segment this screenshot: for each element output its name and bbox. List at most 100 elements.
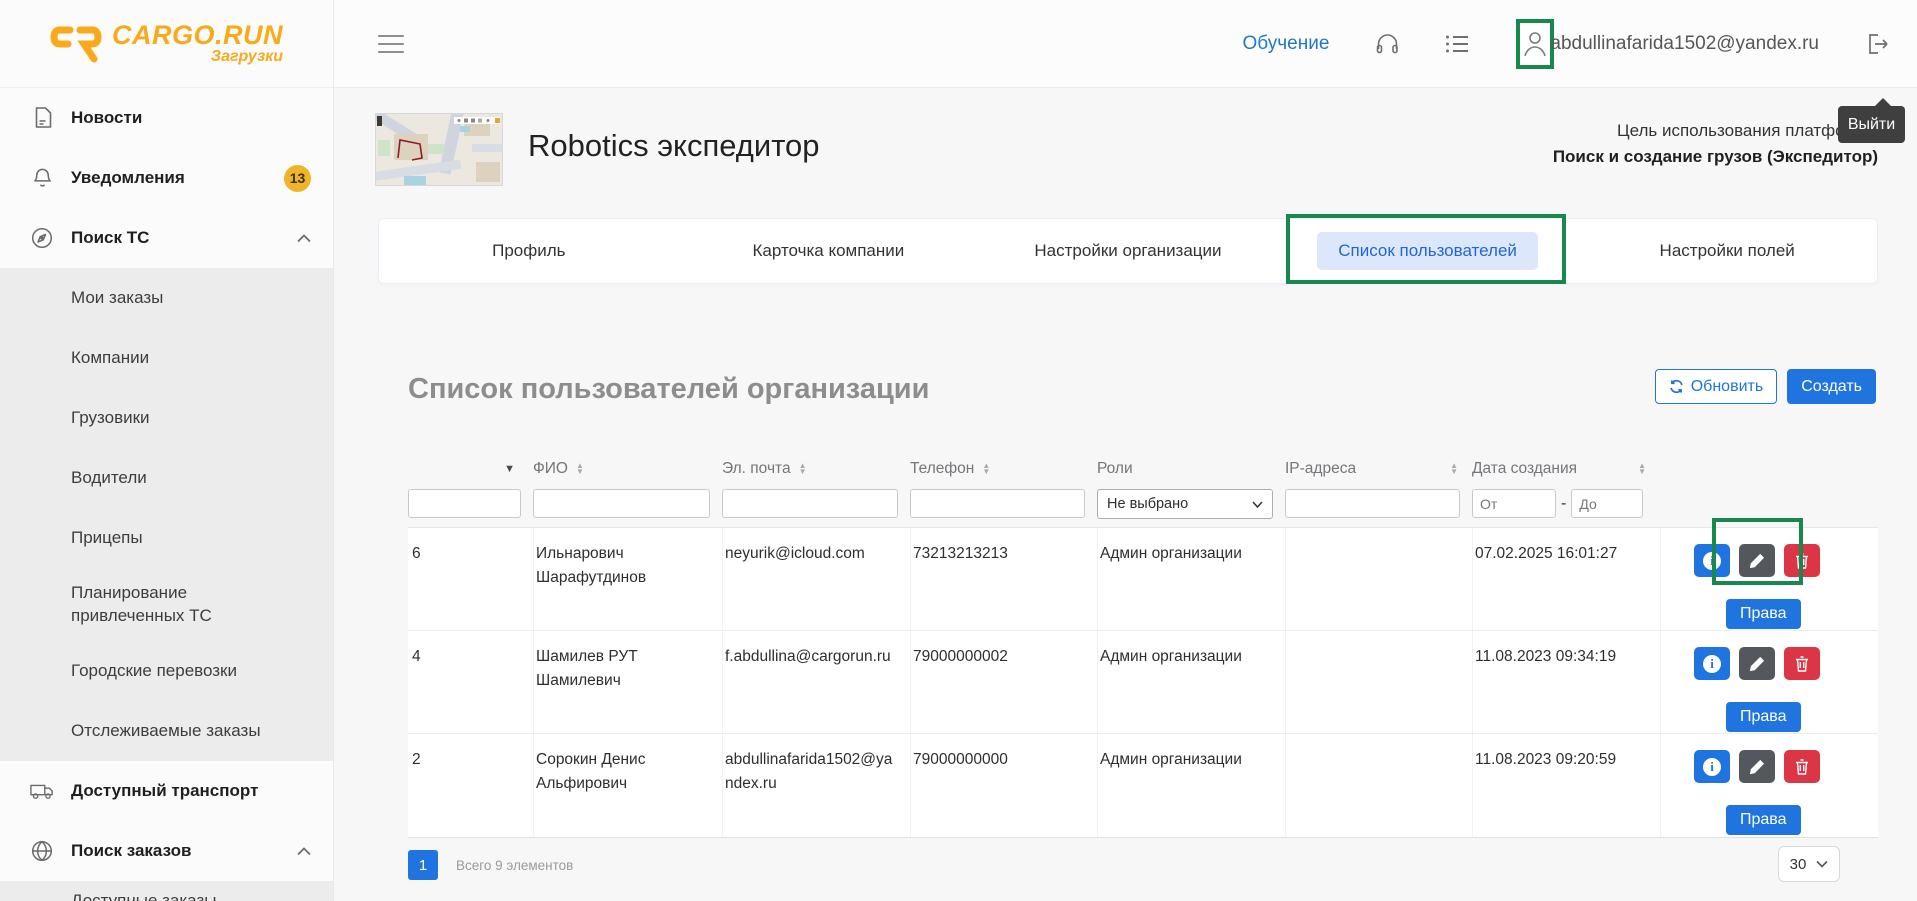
sidebar-item-label: Поиск заказов (71, 841, 191, 861)
sub-item-label: Планирование привлеченных ТС (71, 582, 263, 626)
chevron-up-icon[interactable] (297, 228, 311, 248)
sidebar-item-search-orders[interactable]: Поиск заказов (0, 821, 333, 881)
cargo-run-logo-icon (50, 24, 102, 64)
logout-icon[interactable] (1865, 32, 1889, 56)
sidebar-item-search-vehicles[interactable]: Поиск ТС (0, 208, 333, 268)
edit-button[interactable] (1739, 647, 1775, 680)
trash-icon (1795, 656, 1809, 672)
sub-item-label: Компании (71, 347, 149, 369)
filter-id-input[interactable] (408, 489, 521, 518)
brand-logo[interactable]: CARGO.RUN Загрузки (0, 0, 333, 88)
hamburger-menu-icon[interactable] (378, 35, 404, 53)
total-items-text: Всего 9 элементов (456, 858, 573, 873)
sidebar-item-drivers[interactable]: Водители (0, 448, 333, 508)
sidebar-item-my-orders[interactable]: Мои заказы (0, 268, 333, 328)
page-1-button[interactable]: 1 (408, 850, 438, 880)
sort-icon[interactable]: ▲▼ (1638, 463, 1646, 475)
create-button[interactable]: Создать (1787, 369, 1876, 404)
cell-ip (1285, 528, 1472, 630)
info-button[interactable]: i (1694, 750, 1730, 783)
filter-ip-input[interactable] (1285, 489, 1460, 518)
info-icon: i (1703, 552, 1721, 570)
create-label: Создать (1801, 378, 1862, 396)
cell-role: Админ организации (1097, 631, 1285, 733)
list-icon[interactable] (1446, 34, 1470, 54)
tab-company-card[interactable]: Карточка компании (679, 232, 979, 270)
rights-button[interactable]: Права (1726, 702, 1801, 732)
training-link[interactable]: Обучение (1243, 33, 1330, 55)
compass-icon (30, 227, 54, 249)
filter-date-to-input[interactable] (1571, 489, 1643, 518)
cell-actions: i Права (1660, 528, 1878, 630)
column-header-phone: Телефон (910, 460, 974, 478)
sort-desc-icon[interactable]: ▼ (504, 463, 515, 475)
sidebar-item-city-transport[interactable]: Городские перевозки (0, 641, 333, 701)
cell-ip (1285, 631, 1472, 733)
user-avatar-icon[interactable] (1523, 29, 1547, 59)
rights-button[interactable]: Права (1726, 599, 1801, 629)
cell-ip (1285, 734, 1472, 837)
table-row: 6 Ильнарович Шарафутдинов neyurik@icloud… (408, 528, 1878, 631)
tab-org-settings[interactable]: Настройки организации (978, 232, 1278, 270)
page-size-select[interactable]: 30 (1778, 846, 1840, 882)
delete-button[interactable] (1784, 544, 1820, 577)
users-table: ▼ ФИО▲▼ Эл. почта▲▼ Телефон▲▼ Роли IP-ад… (408, 451, 1878, 838)
cell-name: Шамилев РУТ Шамилевич (533, 631, 722, 733)
info-button[interactable]: i (1694, 647, 1730, 680)
table-header-row: ▼ ФИО▲▼ Эл. почта▲▼ Телефон▲▼ Роли IP-ад… (408, 451, 1878, 487)
purpose-label: Цель использования платформы (1553, 118, 1878, 144)
trash-icon (1795, 553, 1809, 569)
info-icon: i (1703, 655, 1721, 673)
sidebar-item-tracked-orders[interactable]: Отслеживаемые заказы (0, 701, 333, 761)
refresh-button[interactable]: Обновить (1655, 369, 1777, 404)
edit-button[interactable] (1739, 544, 1775, 577)
sort-icon[interactable]: ▲▼ (576, 463, 584, 475)
cell-id: 4 (408, 631, 533, 733)
sidebar-item-available-transport[interactable]: Доступный транспорт (0, 761, 333, 821)
sub-item-label: Водители (71, 467, 147, 489)
filter-phone-input[interactable] (910, 489, 1085, 518)
sidebar-item-notifications[interactable]: Уведомления 13 (0, 148, 333, 208)
filter-name-input[interactable] (533, 489, 710, 518)
sidebar-item-companies[interactable]: Компании (0, 328, 333, 388)
delete-button[interactable] (1784, 647, 1820, 680)
sidebar-item-planning[interactable]: Планирование привлеченных ТС (0, 568, 333, 641)
sort-icon[interactable]: ▲▼ (982, 463, 990, 475)
tab-profile[interactable]: Профиль (379, 232, 679, 270)
brand-subtitle: Загрузки (211, 48, 283, 66)
info-button[interactable]: i (1694, 544, 1730, 577)
sidebar-item-news[interactable]: Новости (0, 88, 333, 148)
sidebar-item-available-orders[interactable]: Доступные заказы (0, 881, 333, 901)
filter-date-from-input[interactable] (1472, 489, 1556, 518)
logout-tooltip: Выйти (1838, 106, 1905, 143)
globe-icon (30, 840, 54, 862)
chevron-up-icon[interactable] (297, 841, 311, 861)
sidebar-item-trucks[interactable]: Грузовики (0, 388, 333, 448)
headphones-icon[interactable] (1375, 32, 1400, 56)
purpose-value: Поиск и создание грузов (Экспедитор) (1553, 144, 1878, 170)
user-email[interactable]: abdullinafarida1502@yandex.ru (1550, 33, 1819, 55)
cell-role: Админ организации (1097, 734, 1285, 837)
section-title: Список пользователей организации (408, 373, 929, 406)
filter-role-select[interactable]: Не выбрано (1097, 489, 1273, 519)
edit-button[interactable] (1739, 750, 1775, 783)
table-row: 2 Сорокин Денис Альфирович abdullinafari… (408, 734, 1878, 837)
chevron-down-icon (1816, 860, 1828, 868)
cell-actions: i Права (1660, 734, 1878, 837)
cell-id: 6 (408, 528, 533, 630)
trash-icon (1795, 759, 1809, 775)
column-header-name: ФИО (533, 460, 568, 478)
tab-user-list[interactable]: Список пользователей (1278, 232, 1578, 270)
delete-button[interactable] (1784, 750, 1820, 783)
column-header-created: Дата создания (1472, 460, 1577, 478)
sidebar-item-label: Доступный транспорт (71, 781, 258, 801)
page-title: Robotics экспедитор (528, 128, 820, 164)
sub-item-label: Грузовики (71, 407, 150, 429)
tab-field-settings[interactable]: Настройки полей (1577, 232, 1877, 270)
sort-icon[interactable]: ▲▼ (1450, 463, 1458, 475)
filter-email-input[interactable] (722, 489, 898, 518)
column-header-email: Эл. почта (722, 460, 791, 478)
sort-icon[interactable]: ▲▼ (799, 463, 807, 475)
sidebar-item-trailers[interactable]: Прицепы (0, 508, 333, 568)
rights-button[interactable]: Права (1726, 805, 1801, 835)
